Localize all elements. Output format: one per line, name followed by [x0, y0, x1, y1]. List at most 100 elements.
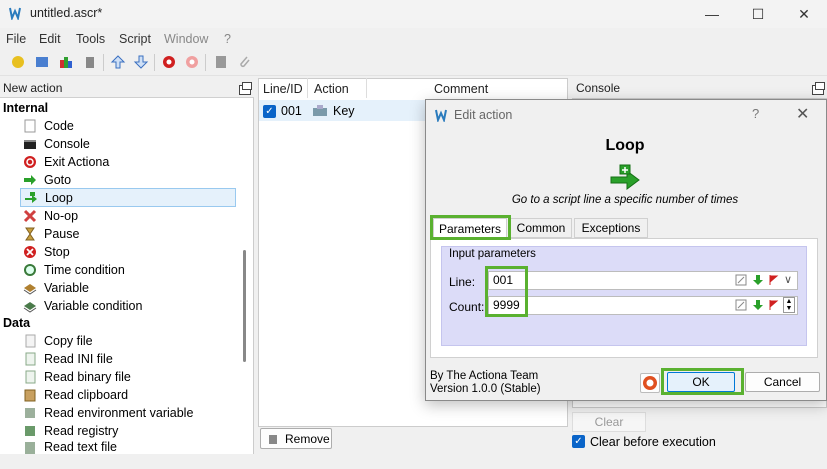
exit-icon: [24, 156, 36, 168]
attachment-icon[interactable]: [236, 54, 252, 70]
read-binary-icon: [25, 370, 36, 384]
action-variable-condition[interactable]: Variable condition: [20, 297, 236, 315]
parameters-icon[interactable]: [213, 54, 229, 70]
count-down-arrow-icon[interactable]: [752, 299, 764, 311]
category-data: Data: [3, 316, 31, 330]
new-action-title: New action: [3, 81, 63, 95]
keyboard-icon: [313, 105, 327, 116]
clear-button[interactable]: Clear: [572, 412, 646, 432]
variable-condition-icon: [23, 302, 37, 313]
hourglass-icon: [25, 227, 35, 241]
remove-button[interactable]: Remove: [260, 428, 332, 449]
clipboard-icon: [24, 389, 36, 402]
row-line: 001: [281, 104, 302, 118]
action-goto[interactable]: Goto: [20, 171, 236, 189]
dialog-help-button[interactable]: ?: [752, 106, 759, 121]
action-stop[interactable]: Stop: [20, 243, 236, 261]
maximize-button[interactable]: ☐: [735, 0, 781, 28]
clear-before-checkbox[interactable]: ✓: [572, 435, 585, 448]
highlight-parameters-tab: [430, 215, 511, 240]
tab-exceptions[interactable]: Exceptions: [574, 218, 648, 238]
move-up-icon[interactable]: [110, 54, 126, 70]
count-flag-icon[interactable]: [767, 299, 779, 311]
new-script-icon[interactable]: [10, 54, 26, 70]
window-title: untitled.ascr*: [30, 6, 103, 20]
action-code[interactable]: Code: [20, 117, 236, 135]
credit-version: Version 1.0.0 (Stable): [430, 383, 541, 395]
lifebuoy-help-icon[interactable]: [640, 373, 660, 393]
action-variable[interactable]: Variable: [20, 279, 236, 297]
line-dropdown-icon[interactable]: ∨: [784, 273, 792, 286]
console-title: Console: [576, 81, 621, 95]
environment-icon: [25, 408, 35, 418]
open-script-icon[interactable]: [34, 54, 50, 70]
stop-icon: [24, 246, 36, 258]
action-read-binary-file[interactable]: Read binary file: [20, 368, 236, 386]
tab-common[interactable]: Common: [510, 218, 572, 238]
action-read-registry[interactable]: Read registry: [20, 422, 236, 440]
credit-author: By The Actiona Team: [430, 370, 539, 382]
action-read-clipboard[interactable]: Read clipboard: [20, 386, 236, 404]
column-comment[interactable]: Comment: [434, 82, 488, 96]
count-label: Count:: [449, 300, 485, 314]
count-pick-icon[interactable]: [735, 299, 747, 311]
float-dock-icon[interactable]: [239, 82, 252, 95]
run-script-icon[interactable]: [161, 54, 177, 70]
line-pick-icon[interactable]: [735, 274, 747, 286]
line-flag-icon[interactable]: [767, 274, 779, 286]
action-read-ini-file[interactable]: Read INI file: [20, 350, 236, 368]
toolbar-separator: [103, 54, 104, 71]
row-enabled-checkbox[interactable]: ✓: [263, 105, 276, 118]
action-pause[interactable]: Pause: [20, 225, 236, 243]
toolbar-separator: [154, 54, 155, 71]
highlight-ok: [661, 368, 744, 395]
close-button[interactable]: ✕: [781, 0, 827, 28]
text-file-icon: [25, 442, 35, 454]
save-script-icon[interactable]: [58, 54, 74, 70]
clock-icon: [24, 264, 36, 276]
variable-icon: [23, 284, 37, 295]
action-read-text-file[interactable]: Read text file: [20, 440, 236, 454]
action-read-environment-variable[interactable]: Read environment variable: [20, 404, 236, 422]
remove-icon: [269, 434, 277, 444]
action-console[interactable]: Console: [20, 135, 236, 153]
action-time-condition[interactable]: Time condition: [20, 261, 236, 279]
actiona-app-icon: [9, 7, 21, 20]
count-spin-icon[interactable]: ▲ ▼: [783, 297, 795, 313]
menu-file[interactable]: File: [6, 32, 26, 46]
action-copy-file[interactable]: Copy file: [20, 332, 236, 350]
menu-tools[interactable]: Tools: [76, 32, 105, 46]
code-icon: [24, 119, 36, 133]
menu-script[interactable]: Script: [119, 32, 151, 46]
registry-icon: [25, 426, 35, 436]
toolbar-separator: [205, 54, 206, 71]
menu-edit[interactable]: Edit: [39, 32, 61, 46]
goto-arrow-icon: [24, 175, 36, 185]
read-ini-icon: [25, 352, 36, 366]
column-action[interactable]: Action: [314, 82, 349, 96]
input-parameters-title: Input parameters: [449, 248, 536, 260]
category-internal: Internal: [3, 101, 49, 115]
dialog-app-icon: [435, 109, 447, 122]
menu-window[interactable]: Window: [164, 32, 208, 46]
action-exit-actiona[interactable]: Exit Actiona: [20, 153, 236, 171]
dialog-close-button[interactable]: ✕: [796, 104, 809, 124]
line-label: Line:: [449, 275, 476, 289]
move-down-icon[interactable]: [133, 54, 149, 70]
line-down-arrow-icon[interactable]: [752, 274, 764, 286]
loop-icon: [610, 164, 640, 190]
action-title: Loop: [605, 137, 645, 154]
minimize-button[interactable]: —: [689, 0, 735, 28]
action-loop[interactable]: Loop: [20, 188, 236, 207]
column-line-id[interactable]: Line/ID: [263, 82, 303, 96]
row-action: Key: [333, 104, 355, 118]
float-console-icon[interactable]: [812, 82, 825, 95]
menu-help[interactable]: ?: [224, 32, 231, 46]
action-no-op[interactable]: No-op: [20, 207, 236, 225]
delete-icon[interactable]: [82, 54, 98, 70]
column-separator: [366, 78, 367, 98]
cancel-button[interactable]: Cancel: [745, 372, 820, 392]
run-selection-icon[interactable]: [184, 54, 200, 70]
left-scrollbar[interactable]: [243, 250, 246, 362]
loop-icon: [25, 191, 37, 203]
